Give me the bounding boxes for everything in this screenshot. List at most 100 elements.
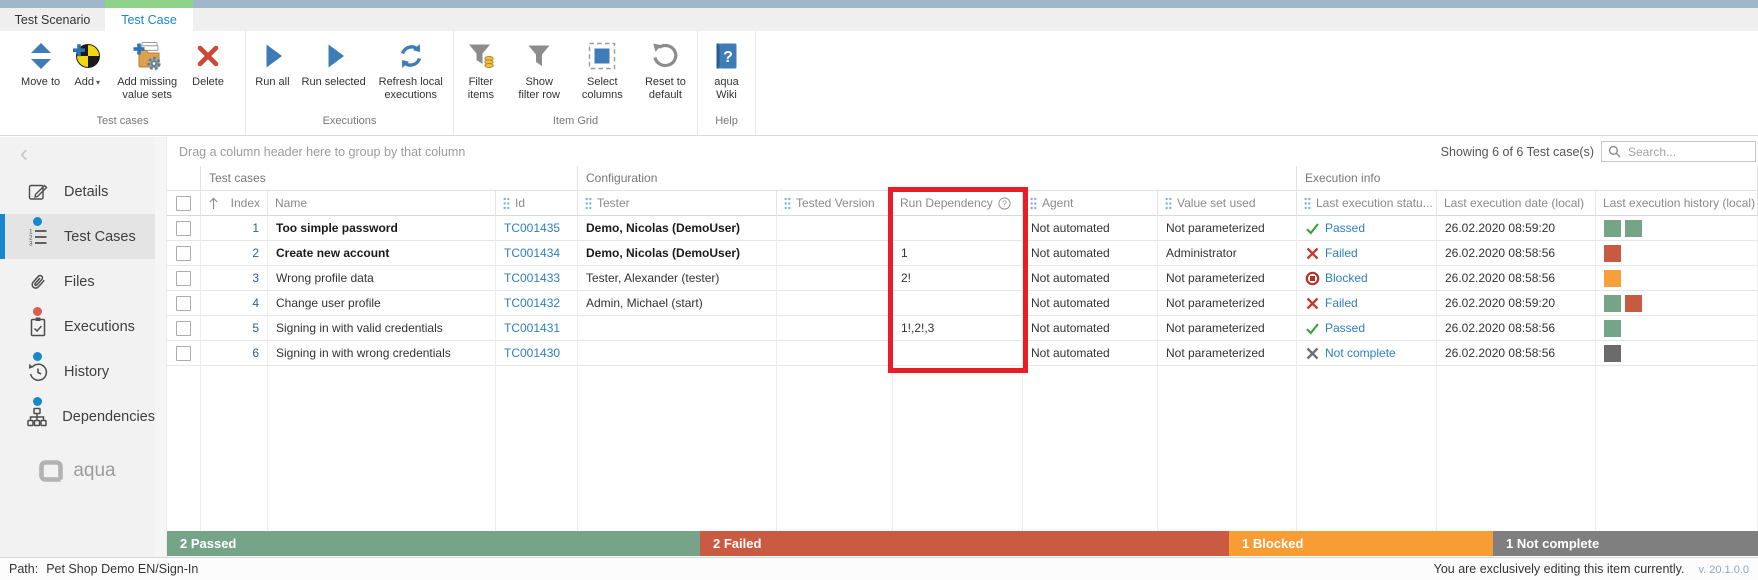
sidebar-item-executions[interactable]: Executions <box>0 304 155 349</box>
cell-value-set: Not parameterized <box>1158 341 1297 366</box>
cell-value-set: Not parameterized <box>1158 316 1297 341</box>
row-checkbox[interactable] <box>176 246 191 261</box>
empty-column-track <box>1023 366 1158 531</box>
group-by-hint: Drag a column header here to group by th… <box>167 145 1441 159</box>
test-case-id-link[interactable]: TC001431 <box>504 321 560 335</box>
aqua-wiki-button[interactable]: ?aqua Wiki <box>698 37 755 104</box>
svg-text:?: ? <box>723 49 733 66</box>
filter-items-button[interactable]: Filter items <box>454 37 508 104</box>
table-row[interactable]: 6Signing in with wrong credentialsTC0014… <box>167 341 1758 366</box>
sidebar-item-files[interactable]: Files <box>0 259 155 304</box>
summary-segment-passed: 2 Passed <box>167 531 700 556</box>
aqua-logo-icon <box>39 460 65 482</box>
sidebar-splitter[interactable] <box>155 137 167 557</box>
select-columns-button[interactable]: Select columns <box>571 37 634 104</box>
table-row[interactable]: 5Signing in with valid credentialsTC0014… <box>167 316 1758 341</box>
column-header-select[interactable] <box>167 191 201 216</box>
column-band-row: Test casesConfigurationExecution info <box>167 166 1758 191</box>
cell-name: Signing in with wrong credentials <box>268 341 496 366</box>
row-checkbox[interactable] <box>176 221 191 236</box>
column-header-tester[interactable]: Tester <box>578 191 777 216</box>
move-to-button[interactable]: Move to <box>15 37 66 91</box>
test-case-id-link[interactable]: TC001433 <box>504 271 560 285</box>
history-square-green <box>1604 220 1621 237</box>
run-selected-button[interactable]: Run selected <box>296 37 372 91</box>
cell-index: 1 <box>201 216 268 241</box>
button-label: Delete <box>192 76 224 89</box>
cell-status: Failed <box>1297 241 1437 266</box>
cell-agent: Not automated <box>1023 266 1158 291</box>
test-case-id-link[interactable]: TC001430 <box>504 346 560 360</box>
delete-button[interactable]: Delete <box>186 37 230 91</box>
empty-column-track <box>777 366 893 531</box>
cell-run-dependency: 1!,2!,3 <box>893 316 1023 341</box>
execution-status-link[interactable]: Failed <box>1325 296 1358 310</box>
test-case-id-link[interactable]: TC001434 <box>504 246 560 260</box>
sidebar-item-history[interactable]: History <box>0 349 155 394</box>
tab-test-scenario[interactable]: Test Scenario <box>0 8 105 31</box>
execution-status-link[interactable]: Passed <box>1325 221 1365 235</box>
select-all-checkbox[interactable] <box>176 196 191 211</box>
execution-status-link[interactable]: Blocked <box>1325 271 1368 285</box>
column-header-agent[interactable]: Agent <box>1023 191 1158 216</box>
ribbon-toolbar: Move toAdd▾Add missing value setsDeleteT… <box>0 31 1758 136</box>
table-row[interactable]: 3Wrong profile dataTC001433Tester, Alexa… <box>167 266 1758 291</box>
empty-column-track <box>578 366 777 531</box>
summary-segment-blocked: 1 Blocked <box>1229 531 1493 556</box>
help-icon: ? <box>998 197 1011 210</box>
sidebar-item-details[interactable]: Details <box>0 169 155 214</box>
column-header-name[interactable]: Name <box>268 191 496 216</box>
test-case-id-link[interactable]: TC001435 <box>504 221 560 235</box>
cell-tested-version <box>777 216 893 241</box>
sidebar-item-label: Files <box>64 274 95 290</box>
search-box[interactable] <box>1601 141 1756 162</box>
add-missing-value-sets-button[interactable]: Add missing value sets <box>108 37 186 104</box>
column-header-date[interactable]: Last execution date (local) <box>1437 191 1596 216</box>
sidebar-item-dependencies[interactable]: Dependencies <box>0 394 155 439</box>
show-filter-row-button[interactable]: Show filter row <box>508 37 571 104</box>
table-row[interactable]: 4Change user profileTC001432Admin, Micha… <box>167 291 1758 316</box>
column-header-tested-version[interactable]: Tested Version <box>777 191 893 216</box>
run-all-button[interactable]: Run all <box>249 37 295 91</box>
refresh-local-executions-button[interactable]: Refresh local executions <box>372 37 450 104</box>
cell-run-dependency <box>893 216 1023 241</box>
sidebar-item-test-cases[interactable]: 123Test Cases <box>0 214 155 259</box>
column-header-index[interactable]: Index <box>201 191 268 216</box>
path-value: Pet Shop Demo EN/Sign-In <box>46 562 198 576</box>
row-checkbox[interactable] <box>176 271 191 286</box>
files-icon <box>27 271 49 293</box>
history-square-red <box>1625 295 1642 312</box>
tab-test-case[interactable]: Test Case <box>105 8 193 31</box>
cell-agent: Not automated <box>1023 316 1158 341</box>
notification-badge <box>33 397 42 406</box>
row-checkbox[interactable] <box>176 296 191 311</box>
band-header-execution-info[interactable]: Execution info <box>1297 166 1758 191</box>
column-header-id[interactable]: Id <box>496 191 578 216</box>
aqua-wiki-icon: ? <box>712 41 742 71</box>
ribbon-group-label: Item Grid <box>454 115 697 135</box>
table-row[interactable]: 2Create new accountTC001434Demo, Nicolas… <box>167 241 1758 266</box>
execution-status-link[interactable]: Not complete <box>1325 346 1396 360</box>
cell-status: Passed <box>1297 316 1437 341</box>
reset-to-default-button[interactable]: Reset to default <box>634 37 697 104</box>
column-header-run-dependency[interactable]: Run Dependency? <box>893 191 1023 216</box>
execution-status-link[interactable]: Failed <box>1325 246 1358 260</box>
cell-select <box>167 341 201 366</box>
table-row[interactable]: 1Too simple passwordTC001435Demo, Nicola… <box>167 216 1758 241</box>
band-header-test-cases[interactable]: Test cases <box>201 166 578 191</box>
band-header-configuration[interactable]: Configuration <box>578 166 1297 191</box>
column-header-status[interactable]: Last execution statu... <box>1297 191 1437 216</box>
row-checkbox[interactable] <box>176 321 191 336</box>
sidebar-collapse-button[interactable]: ‹ <box>20 143 28 165</box>
test-case-id-link[interactable]: TC001432 <box>504 296 560 310</box>
ribbon-group-executions: Run allRun selectedRefresh local executi… <box>246 31 454 135</box>
cell-select <box>167 266 201 291</box>
add-button[interactable]: Add▾ <box>66 37 108 91</box>
search-input[interactable] <box>1626 144 1749 160</box>
row-checkbox[interactable] <box>176 346 191 361</box>
sidebar-item-label: Dependencies <box>62 409 155 425</box>
cell-history <box>1596 241 1758 266</box>
column-header-value-set[interactable]: Value set used <box>1158 191 1297 216</box>
execution-status-link[interactable]: Passed <box>1325 321 1365 335</box>
column-header-history[interactable]: Last execution history (local) <box>1596 191 1758 216</box>
